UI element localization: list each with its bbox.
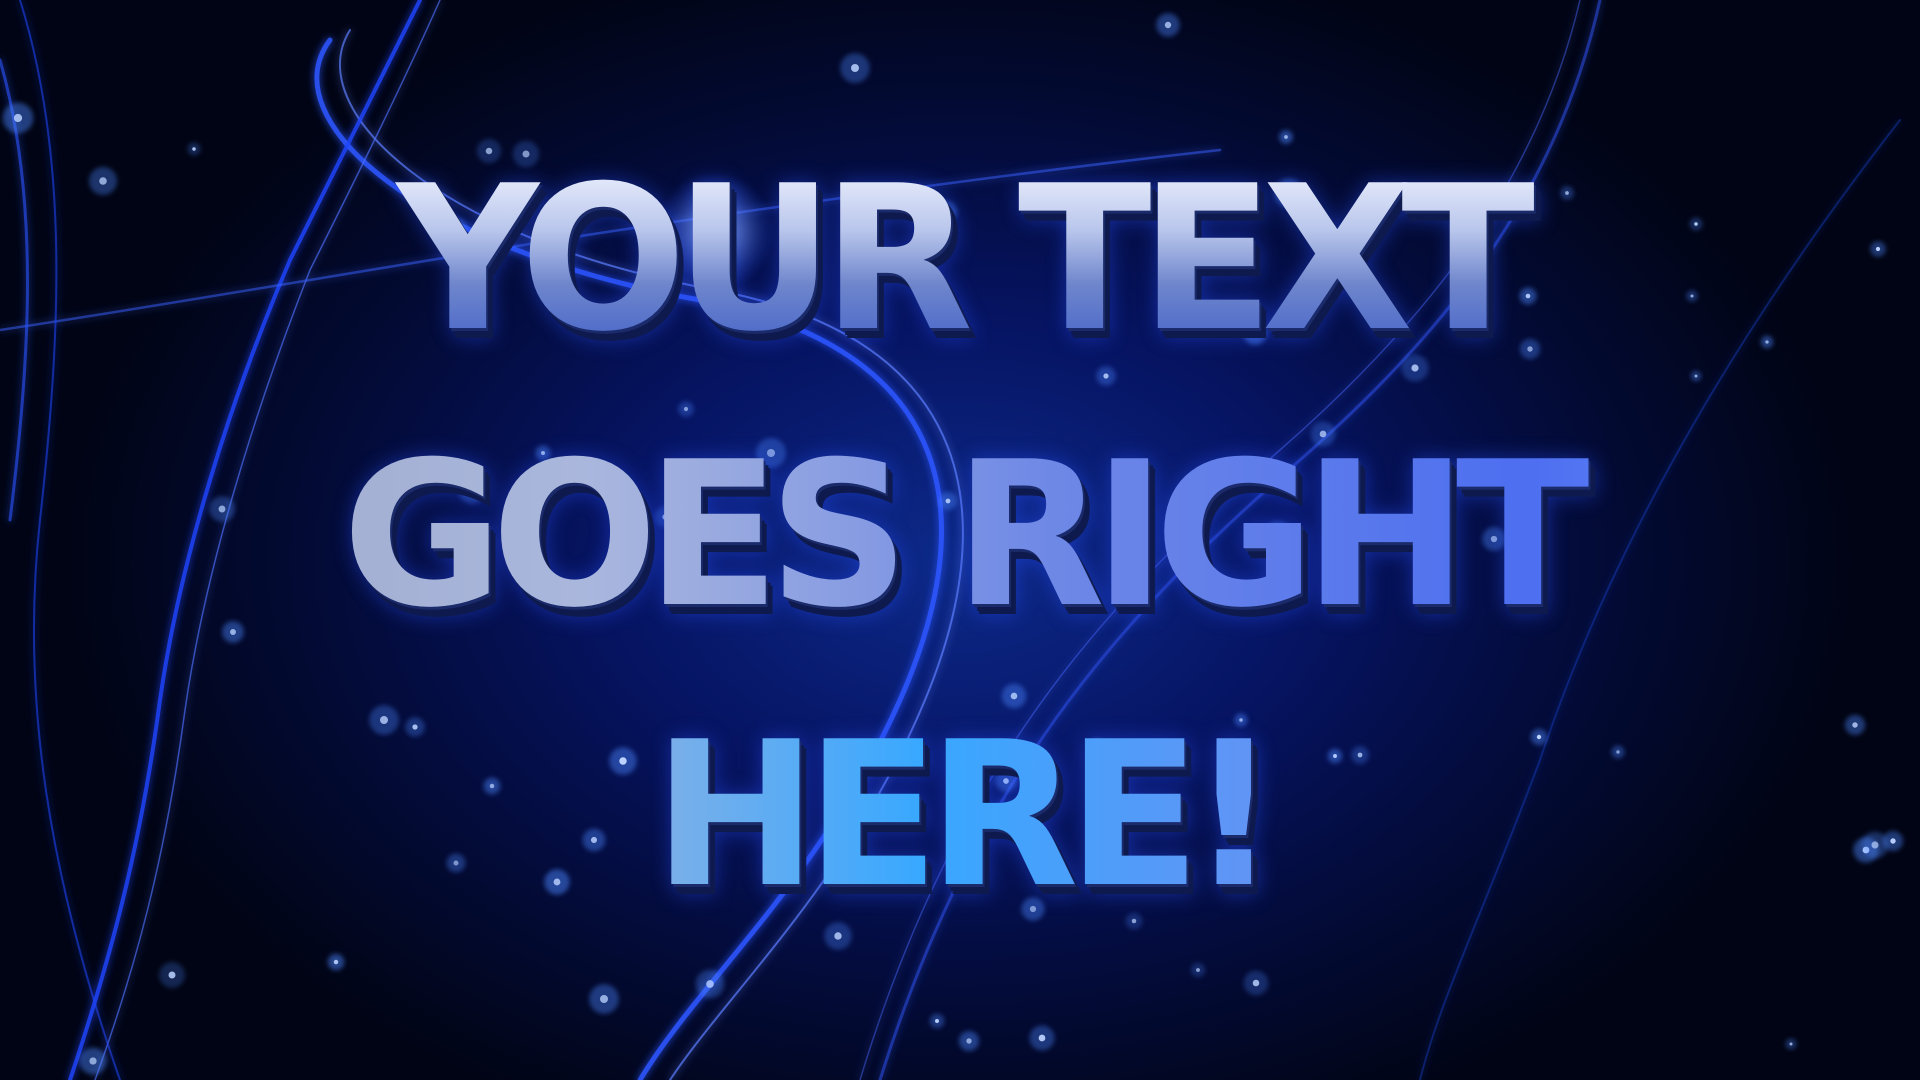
headline-line-1: YOUR TEXT	[19, 160, 1901, 360]
title-card-background: YOUR TEXT GOES RIGHT HERE!	[0, 0, 1920, 1080]
headline: YOUR TEXT GOES RIGHT HERE!	[0, 0, 1920, 1080]
headline-line-3: HERE!	[19, 716, 1901, 916]
headline-line-2: GOES RIGHT	[19, 436, 1901, 636]
